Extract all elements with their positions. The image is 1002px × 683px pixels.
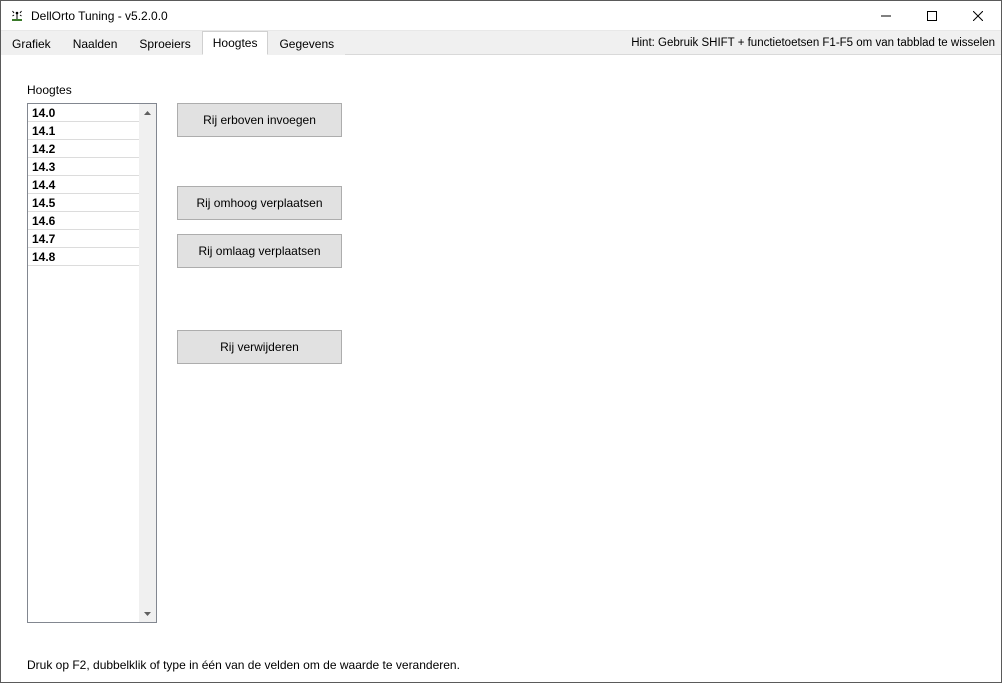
- tab-sproeiers[interactable]: Sproeiers: [128, 32, 201, 55]
- delete-row-button[interactable]: Rij verwijderen: [177, 330, 342, 364]
- tab-grafiek[interactable]: Grafiek: [1, 32, 62, 55]
- titlebar: DellOrto Tuning - v5.2.0.0: [1, 1, 1001, 31]
- content-area: Hoogtes 14.014.114.214.314.414.514.614.7…: [1, 55, 1001, 682]
- list-row[interactable]: 14.0: [28, 104, 139, 122]
- scroll-up-button[interactable]: [139, 104, 156, 121]
- scroll-track[interactable]: [139, 121, 156, 605]
- scroll-down-button[interactable]: [139, 605, 156, 622]
- list-row[interactable]: 14.5: [28, 194, 139, 212]
- section-title: Hoogtes: [27, 83, 975, 97]
- values-list-rows[interactable]: 14.014.114.214.314.414.514.614.714.8: [28, 104, 139, 622]
- list-row[interactable]: 14.8: [28, 248, 139, 266]
- insert-row-above-button[interactable]: Rij erboven invoegen: [177, 103, 342, 137]
- work-area: 14.014.114.214.314.414.514.614.714.8 Rij…: [27, 103, 975, 646]
- footer-hint: Druk op F2, dubbelklik of type in één va…: [27, 658, 975, 672]
- tab-gegevens[interactable]: Gegevens: [268, 32, 345, 55]
- list-row[interactable]: 14.1: [28, 122, 139, 140]
- window-controls: [863, 1, 1001, 30]
- minimize-button[interactable]: [863, 1, 909, 30]
- list-row[interactable]: 14.2: [28, 140, 139, 158]
- close-button[interactable]: [955, 1, 1001, 30]
- list-row[interactable]: 14.3: [28, 158, 139, 176]
- values-list: 14.014.114.214.314.414.514.614.714.8: [27, 103, 157, 623]
- list-row[interactable]: 14.6: [28, 212, 139, 230]
- app-icon: [9, 8, 25, 24]
- move-row-down-button[interactable]: Rij omlaag verplaatsen: [177, 234, 342, 268]
- window-title: DellOrto Tuning - v5.2.0.0: [31, 9, 168, 23]
- maximize-button[interactable]: [909, 1, 955, 30]
- app-window: DellOrto Tuning - v5.2.0.0 Grafiek Naald…: [0, 0, 1002, 683]
- tab-bar: Grafiek Naalden Sproeiers Hoogtes Gegeve…: [1, 31, 1001, 55]
- list-row[interactable]: 14.4: [28, 176, 139, 194]
- scrollbar[interactable]: [139, 104, 156, 622]
- tab-naalden[interactable]: Naalden: [62, 32, 129, 55]
- button-column: Rij erboven invoegen Rij omhoog verplaat…: [177, 103, 342, 646]
- tab-hoogtes[interactable]: Hoogtes: [202, 31, 269, 55]
- move-row-up-button[interactable]: Rij omhoog verplaatsen: [177, 186, 342, 220]
- list-row[interactable]: 14.7: [28, 230, 139, 248]
- tab-bar-hint: Hint: Gebruik SHIFT + functietoetsen F1-…: [631, 37, 995, 49]
